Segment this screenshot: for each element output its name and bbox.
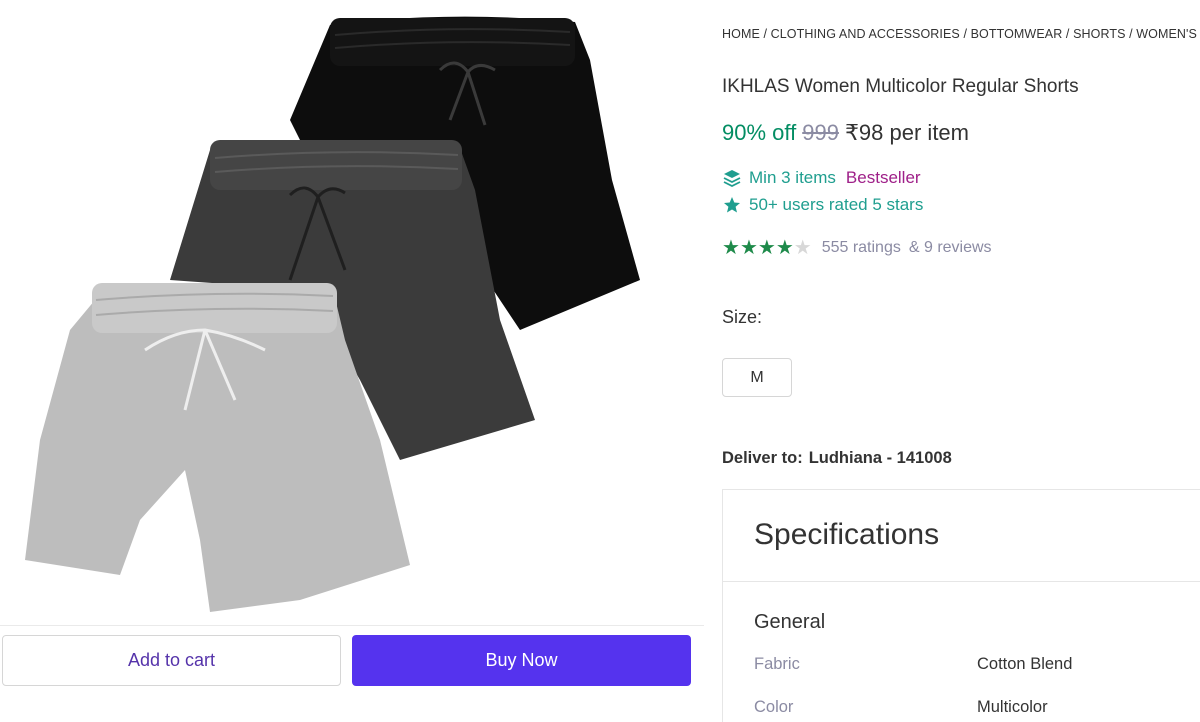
delivery-info[interactable]: Deliver to: Ludhiana - 141008 — [722, 449, 952, 468]
breadcrumb-home[interactable]: HOME — [722, 27, 760, 41]
delivery-location: Ludhiana - 141008 — [808, 449, 952, 467]
product-title: IKHLAS Women Multicolor Regular Shorts — [722, 76, 1079, 97]
spec-value: Multicolor — [977, 698, 1048, 716]
deliver-label: Deliver to: — [722, 449, 803, 467]
star-badge-icon — [722, 196, 742, 214]
star-icon: ★ — [739, 237, 758, 259]
specifications-title: Specifications — [754, 518, 940, 551]
star-rating: ★ ★ ★ ★ ★ — [722, 238, 812, 258]
mrp-price: 999 — [802, 120, 839, 145]
reviews-count: & 9 reviews — [908, 239, 992, 256]
specifications-card: Specifications General Fabric Cotton Ble… — [722, 489, 1200, 722]
breadcrumb-separator: / — [1062, 27, 1074, 41]
breadcrumb-separator: / — [1125, 27, 1137, 41]
star-icon: ★ — [793, 237, 812, 259]
buy-now-button[interactable]: Buy Now — [352, 635, 691, 686]
star-icon: ★ — [722, 237, 740, 259]
min-items-badge: Min 3 items Bestseller — [722, 168, 921, 188]
product-page: Add to cart Buy Now HOME / CLOTHING AND … — [0, 0, 1200, 722]
rated-badge: 50+ users rated 5 stars — [722, 195, 923, 215]
ratings-count: 555 ratings — [821, 239, 901, 256]
breadcrumb-separator: / — [759, 27, 771, 41]
spec-value: Cotton Blend — [977, 655, 1073, 673]
rated-text: 50+ users rated 5 stars — [749, 195, 924, 214]
size-option-m[interactable]: M — [722, 358, 792, 397]
product-details: HOME / CLOTHING AND ACCESSORIES / BOTTOM… — [722, 0, 1200, 722]
product-image[interactable] — [0, 0, 705, 625]
spec-key: Fabric — [754, 655, 800, 673]
size-label: Size: — [722, 307, 763, 327]
add-to-cart-button[interactable]: Add to cart — [2, 635, 341, 686]
selling-price: ₹98 per item — [844, 120, 969, 145]
breadcrumb-bottomwear[interactable]: BOTTOMWEAR — [971, 27, 1063, 41]
ratings-row[interactable]: ★ ★ ★ ★ ★ 555 ratings & 9 reviews — [722, 238, 992, 258]
min-items-text: Min 3 items — [749, 168, 836, 187]
layers-icon — [722, 169, 742, 187]
price-row: 90% off 999 ₹98 per item — [722, 120, 969, 146]
spec-group-general: General — [754, 611, 826, 633]
breadcrumb-separator: / — [959, 27, 971, 41]
breadcrumb-shorts[interactable]: SHORTS — [1073, 27, 1125, 41]
star-icon: ★ — [757, 237, 776, 259]
divider — [723, 581, 1200, 582]
action-bar: Add to cart Buy Now — [0, 625, 704, 697]
bestseller-badge: Bestseller — [845, 168, 921, 187]
star-icon: ★ — [775, 237, 794, 259]
breadcrumb-clothing[interactable]: CLOTHING AND ACCESSORIES — [771, 27, 960, 41]
spec-key: Color — [754, 698, 794, 716]
breadcrumb: HOME / CLOTHING AND ACCESSORIES / BOTTOM… — [722, 27, 1200, 41]
shorts-illustration — [25, 16, 640, 612]
breadcrumb-womens[interactable]: WOMEN'S S — [1136, 27, 1200, 41]
discount-label: 90% off — [722, 120, 797, 145]
